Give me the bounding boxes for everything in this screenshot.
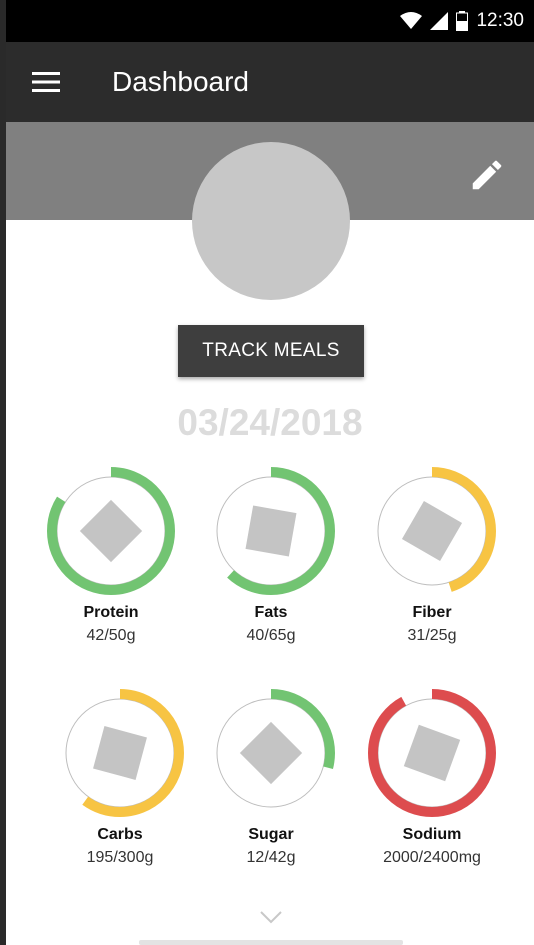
nutrient-protein[interactable]: Protein 42/50g [31, 465, 191, 646]
pencil-icon [472, 160, 502, 190]
edit-profile-button[interactable] [466, 154, 508, 196]
nutrient-ring [56, 689, 184, 817]
nutrient-sugar[interactable]: Sugar 12/42g [191, 687, 351, 868]
nutrient-ring [47, 467, 175, 595]
bottom-sheet-handle[interactable] [139, 940, 403, 945]
page-title: Dashboard [112, 66, 249, 97]
nutrient-name: Protein [83, 604, 139, 621]
nutrient-name: Sugar [248, 826, 294, 843]
app-bar: Dashboard [6, 42, 534, 122]
app-screen: 12:30 Dashboard TRACK MEALS 03/24/2018 P… [6, 0, 534, 945]
cell-signal-icon [430, 12, 449, 30]
nutrient-value: 2000/2400mg [383, 849, 481, 866]
nutrient-ring [368, 689, 496, 817]
nutrient-name: Fats [254, 604, 288, 621]
nutrient-value: 42/50g [86, 627, 136, 644]
nutrient-value: 12/42g [246, 849, 296, 866]
nutrient-ring [207, 467, 335, 595]
nutrient-name: Fiber [412, 604, 452, 621]
nutrient-fats[interactable]: Fats 40/65g [191, 465, 351, 646]
track-meals-button[interactable]: TRACK MEALS [178, 325, 364, 377]
current-date: 03/24/2018 [177, 402, 363, 443]
nutrient-ring [207, 689, 335, 817]
nutrient-ring [368, 467, 496, 595]
chevron-down-icon[interactable] [258, 908, 284, 926]
status-bar: 12:30 [6, 0, 534, 42]
nutrient-image-placeholder [245, 505, 297, 557]
nutrient-name: Carbs [97, 826, 143, 843]
hamburger-menu-icon [32, 72, 60, 92]
menu-button[interactable] [26, 64, 66, 100]
status-icons: 12:30 [400, 8, 524, 34]
battery-icon [456, 11, 469, 31]
nutrient-value: 31/25g [407, 627, 457, 644]
nutrient-fiber[interactable]: Fiber 31/25g [352, 465, 512, 646]
avatar[interactable] [192, 142, 350, 300]
nutrient-value: 40/65g [246, 627, 296, 644]
nutrient-sodium[interactable]: Sodium 2000/2400mg [352, 687, 512, 868]
wifi-icon [400, 12, 423, 29]
nutrient-value: 195/300g [86, 849, 154, 866]
status-time: 12:30 [476, 10, 524, 31]
nutrient-carbs[interactable]: Carbs 195/300g [40, 687, 200, 868]
nutrient-name: Sodium [402, 826, 462, 843]
